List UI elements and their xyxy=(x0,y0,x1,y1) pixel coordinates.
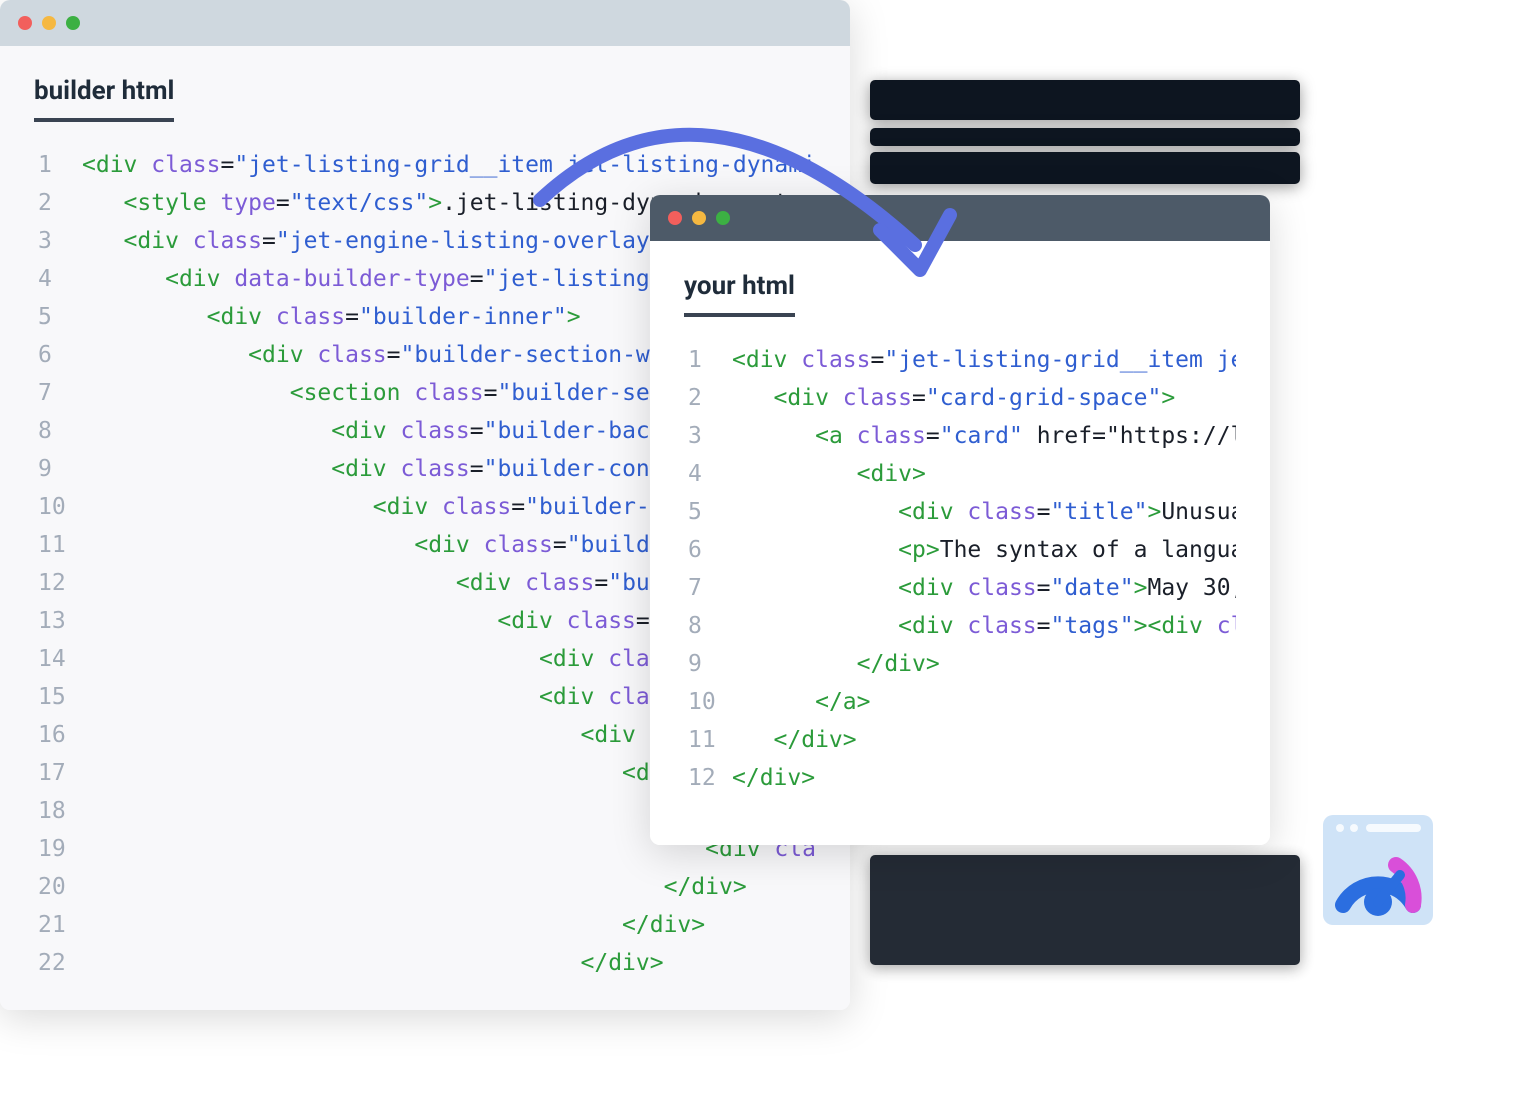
your-html-window: your html 1<div class="jet-listing-grid_… xyxy=(650,195,1270,845)
code-content: </div> xyxy=(732,721,1236,759)
line-number: 2 xyxy=(34,184,82,222)
line-number: 11 xyxy=(34,526,82,564)
line-number: 3 xyxy=(34,222,82,260)
code-line: 20 </div> xyxy=(34,868,816,906)
line-number: 19 xyxy=(34,830,82,868)
line-number: 6 xyxy=(34,336,82,374)
maximize-icon[interactable] xyxy=(66,16,80,30)
code-editor[interactable]: 1<div class="jet-listing-grid__item jet-… xyxy=(684,341,1236,797)
code-line: 3 <a class="card" href="https://ld.croco… xyxy=(684,417,1236,455)
close-icon[interactable] xyxy=(668,211,682,225)
code-line: 10 </a> xyxy=(684,683,1236,721)
background-strip xyxy=(870,855,1300,965)
line-number: 12 xyxy=(684,759,732,797)
code-line: 7 <div class="date">May 30, 2018</div> xyxy=(684,569,1236,607)
line-number: 9 xyxy=(34,450,82,488)
line-number: 17 xyxy=(34,754,82,792)
code-content: <div class="title">Unusual Views of the … xyxy=(732,493,1236,531)
close-icon[interactable] xyxy=(18,16,32,30)
code-content: </div> xyxy=(732,759,1236,797)
line-number: 14 xyxy=(34,640,82,678)
line-number: 8 xyxy=(34,412,82,450)
code-content: </a> xyxy=(732,683,1236,721)
line-number: 13 xyxy=(34,602,82,640)
speedometer-icon xyxy=(1318,810,1438,930)
line-number: 22 xyxy=(34,944,82,982)
code-line: 8 <div class="tags"><div class="tag">HTM… xyxy=(684,607,1236,645)
code-line: 9 </div> xyxy=(684,645,1236,683)
maximize-icon[interactable] xyxy=(716,211,730,225)
background-strip xyxy=(870,152,1300,184)
code-line: 6 <p>The syntax of a language is how it … xyxy=(684,531,1236,569)
line-number: 10 xyxy=(684,683,732,721)
code-content: </div> xyxy=(82,868,816,906)
tab-title: builder html xyxy=(34,76,174,122)
code-line: 11 </div> xyxy=(684,721,1236,759)
line-number: 5 xyxy=(34,298,82,336)
line-number: 2 xyxy=(684,379,732,417)
line-number: 15 xyxy=(34,678,82,716)
code-line: 1<div class="jet-listing-grid__item jet-… xyxy=(34,146,816,184)
line-number: 10 xyxy=(34,488,82,526)
window-titlebar xyxy=(0,0,850,46)
line-number: 11 xyxy=(684,721,732,759)
line-number: 6 xyxy=(684,531,732,569)
line-number: 4 xyxy=(34,260,82,298)
line-number: 16 xyxy=(34,716,82,754)
line-number: 12 xyxy=(34,564,82,602)
line-number: 18 xyxy=(34,792,82,830)
code-content: <div class="jet-listing-grid__item jet-l… xyxy=(732,341,1236,379)
code-content: <p>The syntax of a language is how it wo… xyxy=(732,531,1236,569)
minimize-icon[interactable] xyxy=(692,211,706,225)
line-number: 1 xyxy=(684,341,732,379)
code-line: 1<div class="jet-listing-grid__item jet-… xyxy=(684,341,1236,379)
code-content: <div> xyxy=(732,455,1236,493)
code-content: <div class="card-grid-space"> xyxy=(732,379,1236,417)
code-line: 2 <div class="card-grid-space"> xyxy=(684,379,1236,417)
code-content: <div class="jet-listing-grid__item jet-l… xyxy=(82,146,816,184)
code-line: 21 </div> xyxy=(34,906,816,944)
tab-title: your html xyxy=(684,271,795,317)
line-number: 7 xyxy=(684,569,732,607)
code-content: </div> xyxy=(732,645,1236,683)
code-line: 12</div> xyxy=(684,759,1236,797)
line-number: 20 xyxy=(34,868,82,906)
line-number: 9 xyxy=(684,645,732,683)
line-number: 21 xyxy=(34,906,82,944)
code-content: <div class="tags"><div class="tag">HTML< xyxy=(732,607,1236,645)
code-line: 22 </div> xyxy=(34,944,816,982)
code-content: </div> xyxy=(82,944,816,982)
background-strip xyxy=(870,80,1300,120)
line-number: 7 xyxy=(34,374,82,412)
line-number: 3 xyxy=(684,417,732,455)
line-number: 8 xyxy=(684,607,732,645)
code-content: <a class="card" href="https://ld.crocobl… xyxy=(732,417,1236,455)
line-number: 4 xyxy=(684,455,732,493)
code-content: </div> xyxy=(82,906,816,944)
line-number: 1 xyxy=(34,146,82,184)
line-number: 5 xyxy=(684,493,732,531)
window-titlebar xyxy=(650,195,1270,241)
window-content: your html 1<div class="jet-listing-grid_… xyxy=(650,241,1270,845)
code-line: 4 <div> xyxy=(684,455,1236,493)
code-line: 5 <div class="title">Unusual Views of th… xyxy=(684,493,1236,531)
background-strip xyxy=(870,128,1300,146)
minimize-icon[interactable] xyxy=(42,16,56,30)
code-content: <div class="date">May 30, 2018</div> xyxy=(732,569,1236,607)
